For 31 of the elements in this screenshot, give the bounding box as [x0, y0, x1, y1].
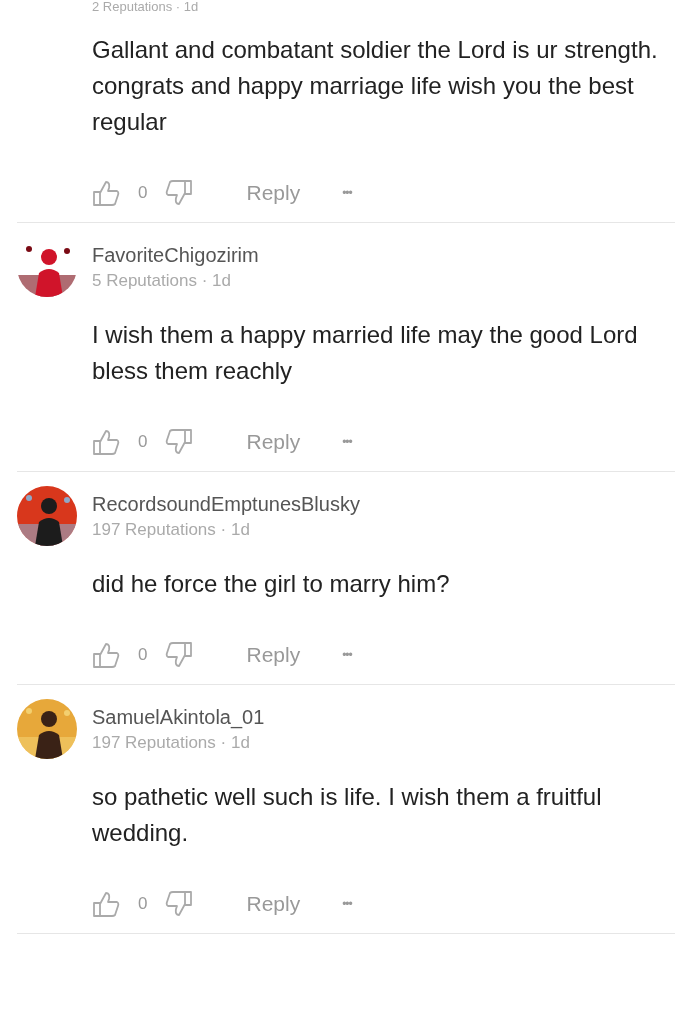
- reply-button[interactable]: Reply: [246, 430, 301, 454]
- comment-meta: 197 Reputations · 1d: [92, 519, 251, 540]
- comment-meta: 197 Reputations · 1d: [92, 732, 251, 753]
- comment-text: did he force the girl to marry him?: [92, 569, 451, 599]
- like-count: 0: [138, 894, 148, 914]
- thumbs-down-icon[interactable]: [165, 428, 194, 456]
- comment-text: so pathetic well such is life. I wish them a fruitful wedding.: [92, 782, 603, 848]
- reply-button[interactable]: Reply: [246, 643, 301, 667]
- like-count: 0: [138, 645, 148, 665]
- thumbs-up-icon[interactable]: [92, 428, 120, 456]
- comment-text: Gallant and combatant soldier the Lord is ur strength. congrats and happy marriage life wish you the best regular: [92, 35, 659, 137]
- comment-text: I wish them a happy married life may the good Lord bless them reachly: [92, 320, 639, 386]
- thumbs-up-icon[interactable]: [92, 890, 120, 918]
- author-name[interactable]: RecordsoundEmptunesBlusky: [92, 492, 360, 516]
- thumbs-down-icon[interactable]: [165, 179, 194, 207]
- like-count: 0: [138, 432, 148, 452]
- like-count: 0: [138, 183, 148, 203]
- author-name[interactable]: FavoriteChigozirim: [92, 243, 259, 267]
- thumbs-down-icon[interactable]: [165, 641, 194, 669]
- reply-button[interactable]: Reply: [246, 181, 301, 205]
- author-name[interactable]: SamuelAkintola_01: [92, 705, 265, 729]
- comment-meta: 2 Reputations · 1d: [92, 0, 199, 14]
- more-button[interactable]: •••: [342, 186, 352, 200]
- reply-button[interactable]: Reply: [246, 892, 301, 916]
- thumbs-up-icon[interactable]: [92, 179, 120, 207]
- more-button[interactable]: •••: [342, 648, 352, 662]
- thumbs-down-icon[interactable]: [165, 890, 194, 918]
- more-button[interactable]: •••: [342, 897, 352, 911]
- comment-meta: 5 Reputations · 1d: [92, 270, 232, 291]
- thumbs-up-icon[interactable]: [92, 641, 120, 669]
- more-button[interactable]: •••: [342, 435, 352, 449]
